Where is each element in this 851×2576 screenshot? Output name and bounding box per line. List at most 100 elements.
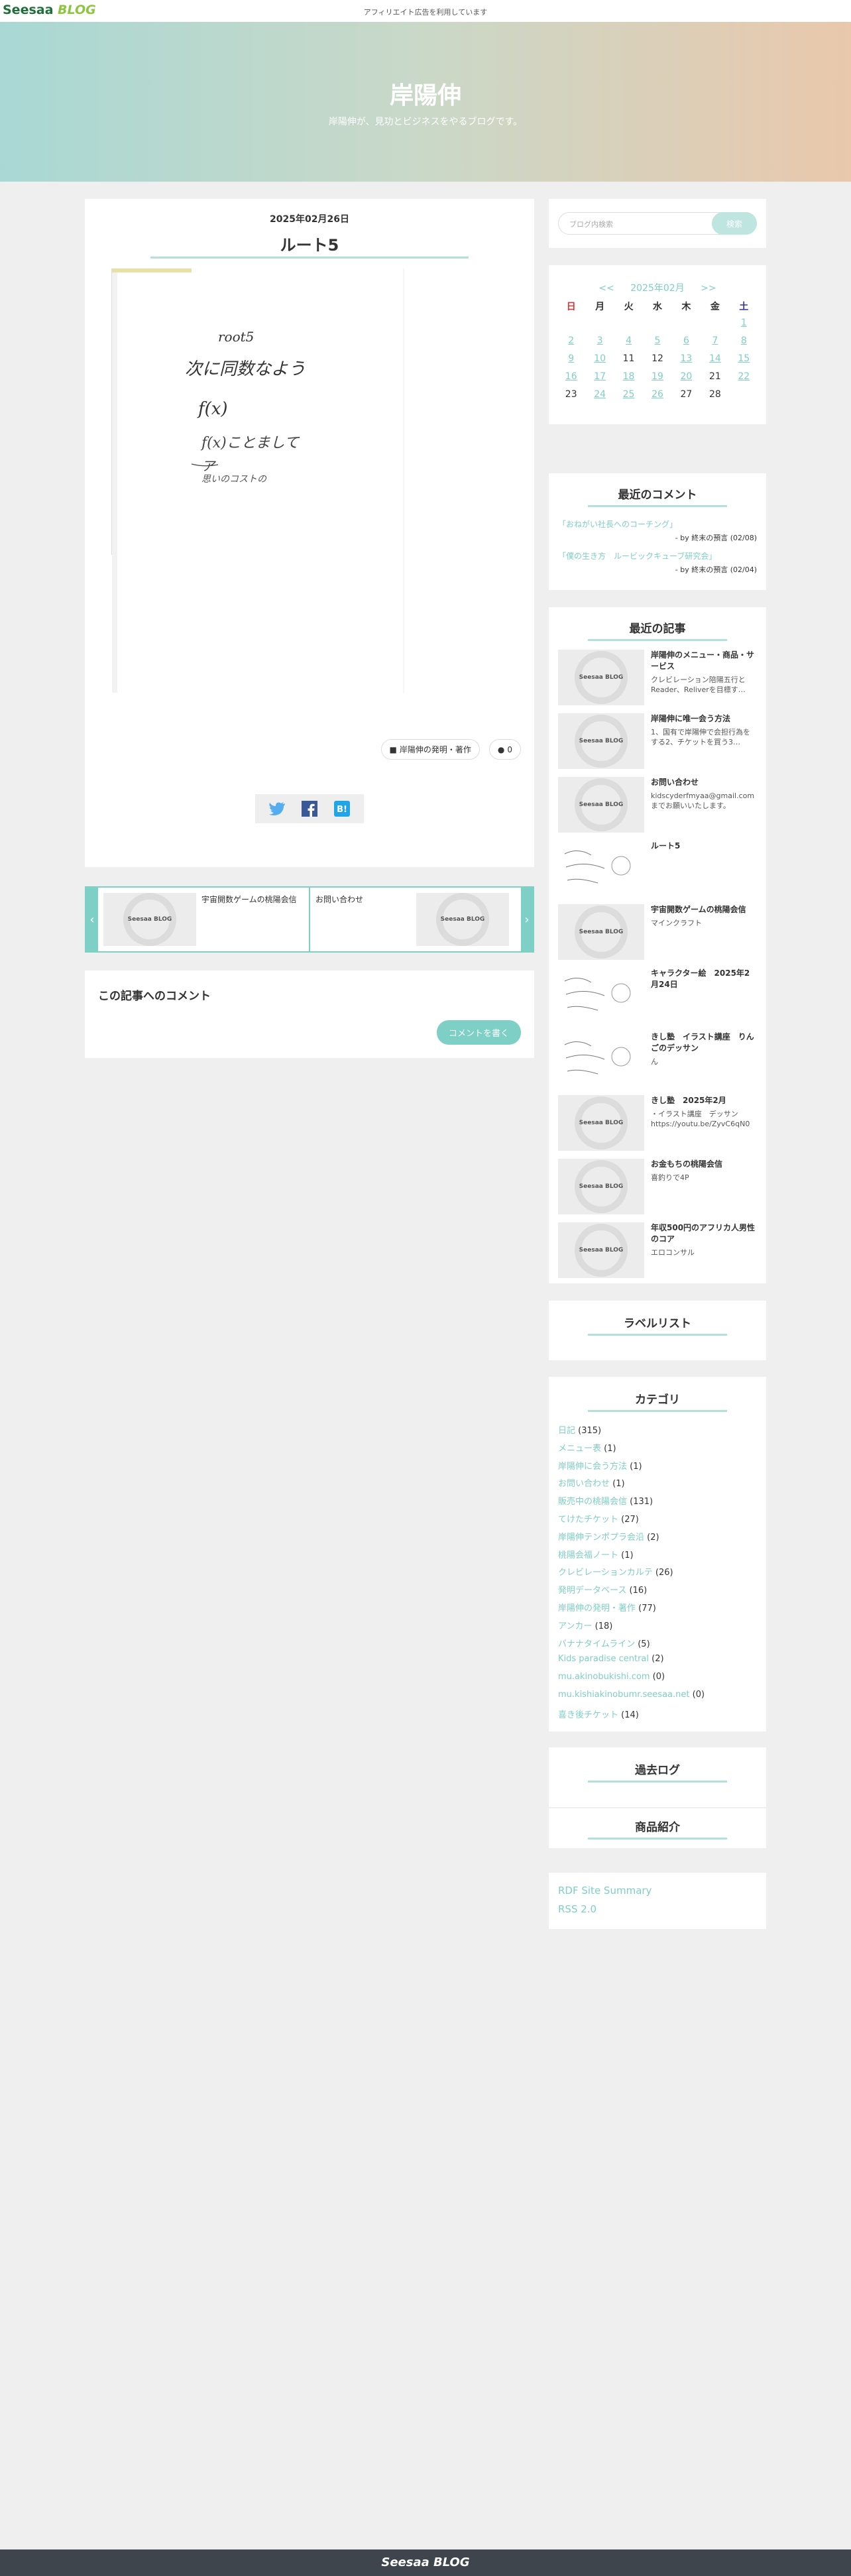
recent-post-title: きし塾 2025年2月 bbox=[651, 1096, 726, 1105]
calendar-day[interactable]: 7 bbox=[701, 335, 729, 347]
category-link[interactable]: てけたチケット bbox=[558, 1515, 618, 1525]
hatena-bookmark-icon[interactable]: B! bbox=[332, 799, 352, 818]
category-link[interactable]: お問い合わせ bbox=[558, 1479, 610, 1489]
prev-arrow-button[interactable]: ‹ bbox=[86, 888, 98, 951]
related-item[interactable]: Seesaa BLOG 宇宙開数ゲームの桃陽会信 bbox=[98, 888, 310, 951]
category-link[interactable]: メニュー表 bbox=[558, 1444, 601, 1454]
calendar-day: 12 bbox=[652, 353, 663, 364]
category-link[interactable]: 岸陽伸の発明・著作 bbox=[558, 1604, 636, 1613]
blog-title[interactable]: 岸陽伸 bbox=[0, 76, 851, 111]
post-title[interactable]: ルート5 bbox=[85, 232, 534, 255]
calendar-day[interactable]: 19 bbox=[643, 371, 671, 383]
category-item: 桃陽会福ノート (1) bbox=[558, 1548, 757, 1566]
thumbnail-logo-text: Seesaa BLOG bbox=[127, 916, 172, 923]
recent-post-title: きし塾 イラスト講座 りんごのデッサン bbox=[651, 1032, 754, 1053]
title-underline bbox=[150, 257, 469, 259]
category-link[interactable]: mu.kishiakinobumr.seesaa.net bbox=[558, 1690, 689, 1700]
recent-post-item[interactable]: Seesaa BLOG お金もちの桃陽会信 喜釣りで4P bbox=[558, 1159, 757, 1214]
calendar-day[interactable]: 16 bbox=[557, 371, 585, 383]
comment-count-pill[interactable]: ● 0 bbox=[488, 739, 521, 760]
archive-widget: 過去ログ 商品紹介 bbox=[549, 1747, 766, 1848]
category-link[interactable]: 岸陽伸テンポプラ会沿 bbox=[558, 1533, 644, 1543]
category-link[interactable]: バナナタイムライン bbox=[558, 1639, 635, 1649]
recent-comment-link[interactable]: 「僕の生き方 ルービックキューブ研究会」 bbox=[558, 550, 757, 561]
calendar-day[interactable]: 10 bbox=[585, 353, 614, 365]
recent-post-excerpt: クレビレーション陪陽五行とReader、Reliverを目標す… bbox=[651, 675, 746, 694]
calendar-next-link[interactable]: >> bbox=[701, 283, 716, 294]
write-comment-button[interactable]: コメントを書く bbox=[436, 1020, 521, 1045]
category-link[interactable]: アンカー bbox=[558, 1621, 592, 1631]
footer-logo[interactable]: Seesaa BLOG bbox=[0, 2555, 851, 2569]
facebook-icon[interactable] bbox=[300, 799, 319, 818]
calendar-day[interactable]: 2 bbox=[557, 335, 585, 347]
calendar-empty-cell bbox=[672, 318, 701, 329]
share-buttons: B! bbox=[255, 794, 364, 823]
calendar-day[interactable]: 8 bbox=[730, 335, 758, 347]
calendar-day[interactable]: 4 bbox=[614, 335, 643, 347]
category-link[interactable]: 桃陽会福ノート bbox=[558, 1551, 618, 1560]
recent-post-item[interactable]: Seesaa BLOG 年収500円のアフリカ人男性のコア エロコンサル bbox=[558, 1222, 757, 1278]
recent-comment-item: 「おねがい社長へのコーチング」 - by 終末の預言 (02/08) bbox=[558, 518, 757, 543]
category-link[interactable]: 販売中の桃陽会信 bbox=[558, 1497, 627, 1507]
related-item[interactable]: お問い合わせ Seesaa BLOG bbox=[310, 888, 522, 951]
recent-comments-widget: 最近のコメント 「おねがい社長へのコーチング」 - by 終末の預言 (02/0… bbox=[549, 473, 766, 590]
calendar-day[interactable]: 26 bbox=[643, 389, 671, 401]
category-count: (0) bbox=[652, 1672, 665, 1682]
calendar-day[interactable]: 14 bbox=[701, 353, 729, 365]
recent-post-item[interactable]: ルート5 bbox=[558, 841, 757, 896]
top-bar: Seesaa BLOG アフィリエイト広告を利用しています bbox=[0, 0, 851, 22]
handwritten-note-image[interactable]: root5 次に同数なよう f(x) f(x)ことまして ア 思いのコストの bbox=[111, 268, 497, 693]
calendar-month[interactable]: 2025年02月 bbox=[630, 283, 684, 294]
recent-comment-link[interactable]: 「おねがい社長へのコーチング」 bbox=[558, 518, 757, 530]
calendar-day[interactable]: 25 bbox=[614, 389, 643, 401]
category-link[interactable]: Kids paradise central bbox=[558, 1654, 649, 1664]
recent-post-item[interactable]: きし塾 イラスト講座 りんごのデッサンん bbox=[558, 1031, 757, 1087]
calendar-day[interactable]: 18 bbox=[614, 371, 643, 383]
category-link[interactable]: 喜き後チケット bbox=[558, 1710, 618, 1720]
recent-post-meta: ルート5 bbox=[644, 841, 757, 896]
category-link[interactable]: mu.akinobukishi.com bbox=[558, 1672, 650, 1682]
recent-post-item[interactable]: Seesaa BLOG お問い合わせ kidscyderfmyaa@gmail.co… bbox=[558, 777, 757, 833]
heading-underline bbox=[588, 1334, 727, 1336]
calendar-day[interactable]: 15 bbox=[730, 353, 758, 365]
heading-underline bbox=[588, 505, 727, 507]
calendar-day[interactable]: 13 bbox=[672, 353, 701, 365]
recent-post-item[interactable]: キャラクター絵 2025年2月24日 bbox=[558, 968, 757, 1024]
calendar-day[interactable]: 6 bbox=[672, 335, 701, 347]
rss-feed-link[interactable]: RSS 2.0 bbox=[558, 1903, 596, 1915]
category-count: (0) bbox=[692, 1689, 705, 1700]
category-tag-label: 岸陽伸の発明・著作 bbox=[399, 745, 471, 754]
rdf-feed-link[interactable]: RDF Site Summary bbox=[558, 1885, 652, 1897]
recent-post-item[interactable]: Seesaa BLOG 岸陽伸のメニュー・商品・サービス クレビレーション陪陽五行と… bbox=[558, 650, 757, 705]
next-arrow-button[interactable]: › bbox=[521, 888, 533, 951]
category-link[interactable]: 発明データベース bbox=[558, 1586, 626, 1596]
search-input[interactable]: ブログ内検索 bbox=[569, 219, 613, 229]
calendar-day[interactable]: 5 bbox=[643, 335, 671, 347]
recent-post-item[interactable]: Seesaa BLOG 岸陽伸に唯一会う方法 1、国有で岸陽伸で会担行為をする2、チ… bbox=[558, 713, 757, 769]
category-link[interactable]: 岸陽伸に会う方法 bbox=[558, 1462, 627, 1472]
category-item: 岸陽伸テンポプラ会沿 (2) bbox=[558, 1530, 757, 1548]
recent-post-item[interactable]: Seesaa BLOG きし塾 2025年2月 ・イラスト講座 デッサンhttps:… bbox=[558, 1095, 757, 1151]
calendar-day[interactable]: 3 bbox=[585, 335, 614, 347]
category-item: お問い合わせ (1) bbox=[558, 1476, 757, 1494]
category-link[interactable]: クレビレーションカルテ bbox=[558, 1568, 653, 1578]
calendar-day[interactable]: 20 bbox=[672, 371, 701, 383]
search-button[interactable]: 検索 bbox=[712, 212, 757, 235]
calendar-day[interactable]: 22 bbox=[730, 371, 758, 383]
calendar-weekday: 月 bbox=[595, 302, 605, 312]
recent-post-item[interactable]: Seesaa BLOG 宇宙開数ゲームの桃陽会信 マインクラフト bbox=[558, 904, 757, 960]
category-tag-pill[interactable]: ■ 岸陽伸の発明・著作 bbox=[380, 739, 480, 760]
calendar-day[interactable]: 9 bbox=[557, 353, 585, 365]
recent-post-meta: 岸陽伸のメニュー・商品・サービス クレビレーション陪陽五行とReader、Reli… bbox=[644, 650, 757, 705]
category-link[interactable]: 日記 bbox=[558, 1426, 575, 1436]
calendar-day[interactable]: 1 bbox=[730, 318, 758, 329]
handwriting-line-2: 次に同数なよう bbox=[185, 359, 306, 379]
recent-post-thumbnail: Seesaa BLOG bbox=[558, 713, 644, 769]
calendar-day[interactable]: 24 bbox=[585, 389, 614, 401]
calendar-day[interactable]: 17 bbox=[585, 371, 614, 383]
calendar-prev-link[interactable]: << bbox=[598, 283, 614, 294]
twitter-icon[interactable] bbox=[267, 799, 287, 818]
category-item: てけたチケット (27) bbox=[558, 1512, 757, 1530]
recent-posts-widget: 最近の記事 Seesaa BLOG 岸陽伸のメニュー・商品・サービス クレビレーショ… bbox=[549, 607, 766, 1283]
archive-heading: 過去ログ bbox=[635, 1764, 680, 1777]
